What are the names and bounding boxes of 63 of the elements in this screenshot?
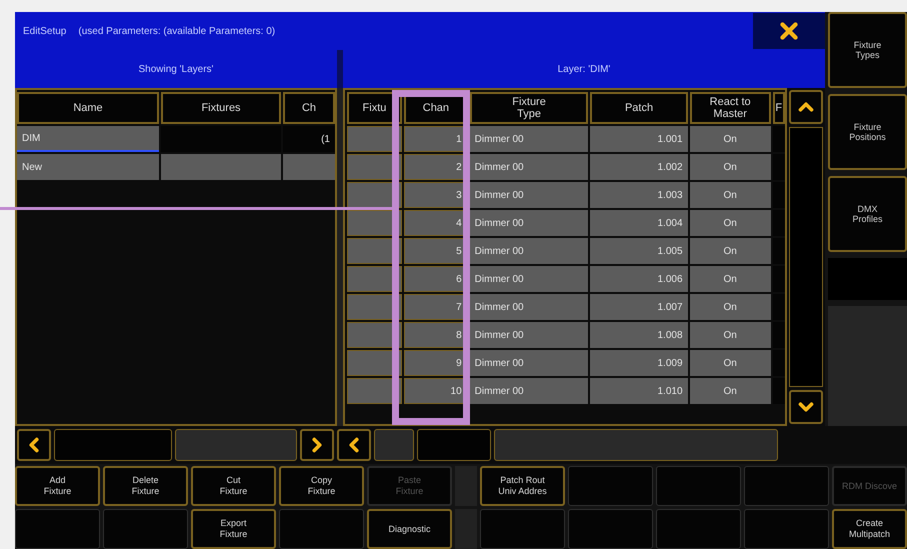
previous-button[interactable] [337,429,371,462]
side-button[interactable]: DMX Profiles [828,176,907,252]
function-button[interactable]: Copy Fixture [279,466,364,506]
table-cell: 1.005 [590,238,688,264]
table-cell: Dimmer 00 [470,378,588,404]
panel-heading: Layer: 'DIM' [558,64,610,74]
table-cell [283,154,335,180]
table-cell: (1 [283,126,335,152]
column-header[interactable]: Ch [283,92,335,124]
table-cell: 1.010 [590,378,688,404]
table-cell: 1.006 [590,266,688,292]
parameter-info: (used Parameters: (available Parameters: 0) [78,26,276,36]
table-cell: On [690,126,771,152]
table-cell: On [690,210,771,236]
column-header[interactable]: React to Master [690,92,771,124]
table-cell: On [690,350,771,376]
table-cell: 1.009 [590,350,688,376]
close-button[interactable] [753,13,825,49]
table-cell: Dimmer 00 [470,294,588,320]
table-cell: On [690,154,771,180]
table-cell: Dimmer 00 [470,238,588,264]
table-cell: 1.008 [590,322,688,348]
table-cell: Dimmer 00 [470,182,588,208]
panel-heading: Showing 'Layers' [138,64,214,74]
table-cell: 1.007 [590,294,688,320]
table-cell: On [690,294,771,320]
table-cell: 1.004 [590,210,688,236]
table-cell[interactable]: New [17,154,159,180]
table-cell: Dimmer 00 [470,322,588,348]
function-button[interactable]: Diagnostic [367,509,452,549]
table-cell: On [690,378,771,404]
column-header[interactable]: Fixture Type [470,92,588,124]
table-cell: Dimmer 00 [470,210,588,236]
function-button[interactable]: Export Fixture [191,509,276,549]
table-cell: Dimmer 00 [470,350,588,376]
side-button[interactable]: Fixture Types [828,12,907,88]
window-title: EditSetup [23,26,66,36]
table-cell: 1.001 [590,126,688,152]
function-button[interactable]: Patch Rout Univ Addres [480,466,565,506]
table-cell: On [690,322,771,348]
table-cell: Dimmer 00 [470,126,588,152]
scroll-down-button[interactable] [788,390,823,424]
column-header[interactable]: Fixtures [161,92,281,124]
nav-field [374,429,414,462]
table-cell: On [690,238,771,264]
table-cell: On [690,182,771,208]
next-button[interactable] [300,429,334,462]
table-cell: Dimmer 00 [470,154,588,180]
column-header[interactable]: Name [17,92,159,124]
scroll-up-button[interactable] [788,90,823,124]
function-button[interactable]: Create Multipatch [832,509,907,549]
function-button[interactable]: Delete Fixture [103,466,188,506]
table-cell: Dimmer 00 [470,266,588,292]
previous-button[interactable] [17,429,51,462]
table-cell[interactable]: DIM [17,126,159,152]
table-cell: On [690,266,771,292]
side-button[interactable]: Fixture Positions [828,94,907,170]
column-header[interactable]: F [772,92,785,124]
function-button[interactable]: Add Fixture [15,466,100,506]
table-cell: 1.002 [590,154,688,180]
function-button[interactable]: Cut Fixture [191,466,276,506]
column-header[interactable]: Patch [590,92,688,124]
table-cell: 1.003 [590,182,688,208]
